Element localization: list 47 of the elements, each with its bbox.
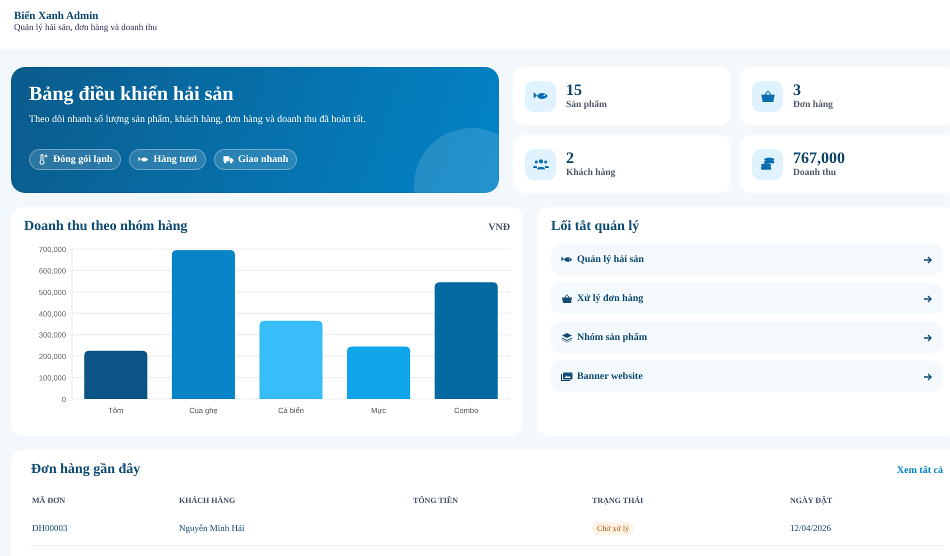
bar [84,350,148,399]
arrow-icon [923,254,933,264]
arrow-icon [923,294,933,304]
feature-tag: Đóng gói lạnh [29,149,122,170]
shortcuts-title: Lối tắt quản lý [551,219,640,235]
stat-value: 767,000 [793,150,845,168]
stat-value: 2 [566,150,575,168]
bar [347,346,410,399]
stat-label: Sản phẩm [566,100,607,110]
thermometer-icon [38,154,49,165]
arrow-icon [923,372,933,382]
column-header: KHÁCH HÀNG [179,496,236,505]
stat-label: Doanh thu [793,168,838,178]
shortcut-item[interactable]: Banner website [551,361,943,392]
currency-unit: VNĐ [488,222,510,232]
brand-name: Biển Xanh Admin [14,10,100,22]
brand-subtitle: Quản lý hải sản, đơn hàng và doanh thu [14,22,158,32]
table-cell: Nguyễn Minh Hải [179,523,244,533]
stat-label: Đơn hàng [793,100,833,110]
truck-icon [222,154,234,165]
status-badge: Chờ xử lý [592,522,634,535]
chart-title: Doanh thu theo nhóm hàng [24,219,188,235]
column-header: MÃ ĐƠN [32,496,66,505]
shortcut-item[interactable]: Xử lý đơn hàng [551,283,943,314]
hero-title: Bảng điều khiển hải sản [29,83,235,106]
feature-tag: Hàng tươi [129,149,206,170]
layers-icon [561,332,573,343]
basket-icon [760,89,776,103]
images-icon [561,371,573,382]
column-header: NGÀY ĐẶT [790,496,832,505]
users-icon [532,157,548,171]
shortcut-item[interactable]: Quản lý hải sản [551,244,943,275]
column-header: TỔNG TIỀN [413,496,458,505]
feature-tag: Giao nhanh [214,149,298,170]
orders-title: Đơn hàng gần đây [31,462,140,478]
shortcut-item[interactable]: Nhóm sản phẩm [551,322,943,353]
arrow-icon [923,332,933,342]
table-cell: 12/04/2026 [790,523,832,533]
basket-icon [561,293,573,304]
stat-value: 3 [793,82,802,100]
stat-value: 15 [566,82,583,100]
column-header: TRẠNG THÁI [592,496,644,505]
coins-icon [760,157,776,171]
view-all-link[interactable]: Xem tất cả [896,464,943,476]
hero-description: Theo dõi nhanh số lượng sản phẩm, khách hàng, đơn hàng và doanh thu đã hoàn tất. [29,114,367,125]
table-cell: DH00003 [32,523,68,533]
stat-label: Khách hàng [566,168,616,178]
